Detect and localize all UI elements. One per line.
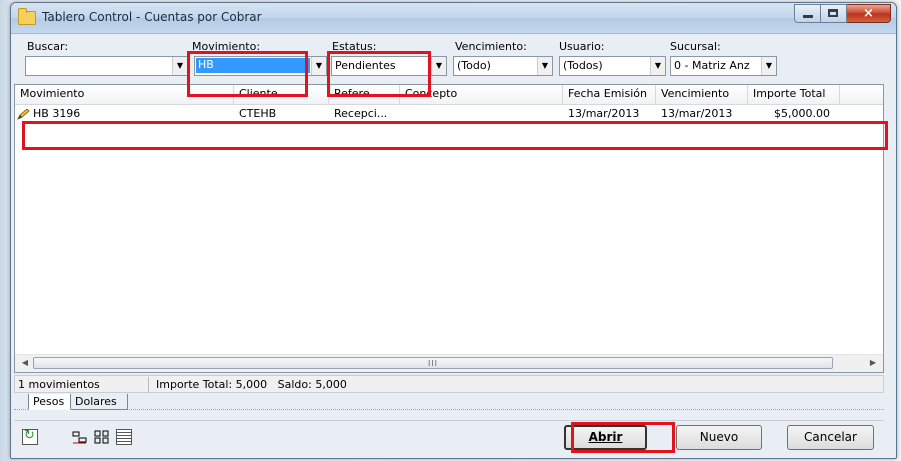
scroll-right-icon[interactable]: ▶ [865, 356, 881, 370]
buscar-combo[interactable]: ▼ [25, 56, 188, 76]
abrir-label: Abrir [588, 430, 623, 444]
scroll-left-icon[interactable]: ◀ [17, 356, 33, 370]
maximize-icon [828, 9, 838, 17]
abrir-button[interactable]: Abrir [564, 425, 647, 450]
tab-baseline [14, 409, 884, 410]
minimize-button[interactable] [794, 4, 821, 23]
usuario-value: (Todos) [563, 59, 603, 72]
vencimiento-label: Vencimiento: [455, 40, 527, 53]
cancelar-button[interactable]: Cancelar [787, 425, 874, 450]
chevron-down-icon[interactable]: ▼ [537, 57, 552, 75]
minimize-icon [803, 15, 813, 18]
pencil-icon [17, 109, 30, 120]
horizontal-scrollbar[interactable]: ◀ III ▶ [15, 354, 883, 372]
window-title: Tablero Control - Cuentas por Cobrar [42, 10, 262, 24]
tab-dolares[interactable]: Dolares [70, 394, 128, 410]
folder-icon [18, 8, 36, 25]
cell-concepto [400, 104, 563, 124]
sucursal-label: Sucursal: [670, 40, 721, 53]
buscar-label: Buscar: [27, 40, 69, 53]
status-bar: 1 movimientos Importe Total: 5,000 Saldo… [14, 375, 884, 393]
movimiento-value: HB [196, 58, 310, 73]
chevron-down-icon[interactable]: ▼ [311, 57, 326, 75]
column-header-cliente[interactable]: Cliente [234, 85, 329, 104]
status-totals: Importe Total: 5,000 Saldo: 5,000 [156, 378, 347, 391]
sucursal-combo[interactable]: 0 - Matriz Anz ▼ [670, 56, 777, 76]
nuevo-button[interactable]: Nuevo [676, 425, 762, 450]
currency-tabs: Pesos Dolares [14, 394, 884, 412]
sort-ascending-icon[interactable] [72, 429, 88, 445]
caption-buttons: × [794, 4, 891, 23]
cell-vencimiento: 13/mar/2013 [661, 107, 733, 120]
grid-view-icon[interactable] [116, 429, 132, 445]
cell-movimiento: HB 3196 [15, 104, 234, 124]
cell-referencia: Recepci... [334, 107, 388, 120]
movimiento-label: Movimiento: [192, 40, 261, 53]
chevron-down-icon[interactable]: ▼ [761, 57, 776, 75]
movimiento-text: HB 3196 [33, 107, 81, 120]
sort-descending-icon[interactable] [94, 429, 110, 445]
sort-descending-glyph [94, 430, 109, 444]
estatus-label: Estatus: [332, 40, 377, 53]
column-header-importe-total[interactable]: Importe Total [748, 85, 840, 104]
column-header-vencimiento[interactable]: Vencimiento [656, 85, 748, 104]
close-icon: × [863, 6, 874, 21]
table-row[interactable]: HB 3196 CTEHB Recepci... 13/mar/2013 13/… [15, 104, 883, 124]
column-header-concepto[interactable]: Concepto [400, 85, 563, 104]
movements-grid[interactable]: Movimiento Cliente Refere... Concepto Fe… [14, 84, 884, 373]
cell-fecha-emision: 13/mar/2013 [568, 107, 640, 120]
vencimiento-value: (Todo) [457, 59, 491, 72]
estatus-combo[interactable]: Pendientes ▼ [331, 56, 447, 76]
movimiento-combo[interactable]: HB ▼ [194, 56, 327, 76]
column-header-movimiento[interactable]: Movimiento [15, 85, 234, 104]
column-header-referencia[interactable]: Refere... [329, 85, 400, 104]
chevron-down-icon[interactable]: ▼ [650, 57, 665, 75]
usuario-combo[interactable]: (Todos) ▼ [559, 56, 666, 76]
title-bar[interactable]: Tablero Control - Cuentas por Cobrar × [11, 3, 896, 34]
estatus-value: Pendientes [335, 59, 396, 72]
status-count: 1 movimientos [15, 377, 149, 393]
column-header-fecha-emision[interactable]: Fecha Emisión [563, 85, 656, 104]
cell-cliente: CTEHB [239, 107, 277, 120]
grid-header: Movimiento Cliente Refere... Concepto Fe… [15, 85, 883, 105]
sort-ascending-glyph [72, 431, 87, 444]
usuario-label: Usuario: [559, 40, 605, 53]
scroll-thumb[interactable]: III [33, 357, 833, 369]
refresh-icon[interactable] [22, 428, 38, 445]
close-button[interactable]: × [847, 4, 891, 23]
sucursal-value: 0 - Matriz Anz [674, 59, 750, 72]
cell-importe-total: $5,000.00 [774, 107, 830, 120]
tab-pesos[interactable]: Pesos [28, 394, 71, 410]
vencimiento-combo[interactable]: (Todo) ▼ [453, 56, 553, 76]
chevron-down-icon[interactable]: ▼ [172, 57, 187, 75]
chevron-down-icon[interactable]: ▼ [431, 57, 446, 75]
scroll-grip: III [427, 359, 439, 368]
maximize-button[interactable] [821, 4, 847, 23]
